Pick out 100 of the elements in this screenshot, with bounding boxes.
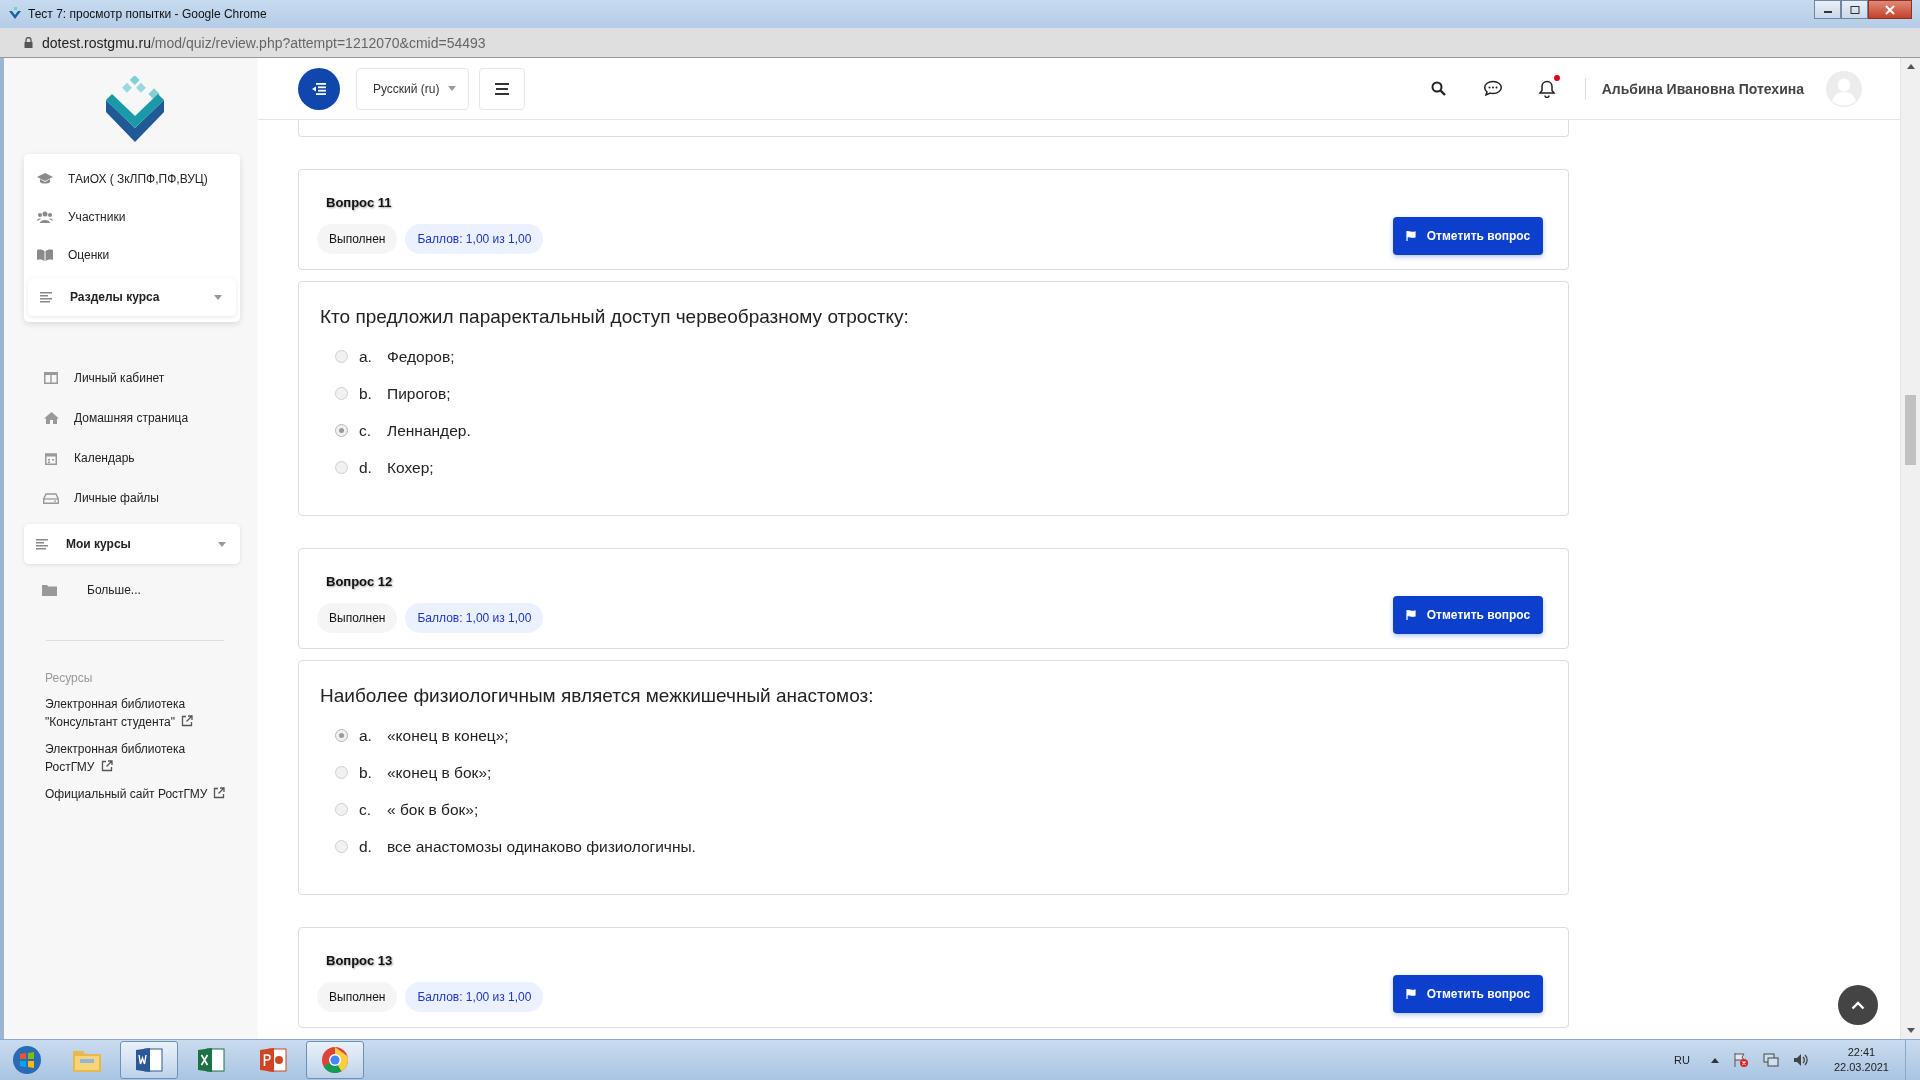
users-icon — [37, 211, 53, 223]
word-app-icon — [135, 1047, 163, 1073]
minimize-button[interactable] — [1814, 0, 1841, 19]
input-language[interactable]: RU — [1674, 1054, 1690, 1066]
option-text: «конец в конец»; — [387, 726, 509, 745]
question-text: Кто предложил параректальный доступ червеобразному отростку: — [320, 306, 910, 328]
language-dropdown[interactable]: Русский (ru) — [356, 67, 469, 110]
option-text: Федоров; — [387, 347, 455, 366]
chrome-app-icon — [321, 1046, 349, 1074]
clock-date[interactable]: 22.03.2021 — [1833, 1060, 1889, 1075]
answer-radio[interactable] — [335, 424, 348, 437]
chat-bubble-icon — [1482, 80, 1503, 97]
book-icon — [37, 249, 53, 261]
option-text: Пирогов; — [387, 384, 451, 403]
question-title: Вопрос 12 — [326, 574, 394, 589]
flag-question-button[interactable]: Отметить вопрос — [1393, 975, 1543, 1013]
resource-link[interactable]: Электронная библиотека "Консультант студента" — [45, 695, 193, 731]
columns-icon — [44, 372, 58, 384]
scrollbar-thumb[interactable] — [1905, 395, 1916, 465]
nav-item[interactable]: Календарь — [4, 438, 258, 478]
grade-badge: Баллов: 1,00 из 1,00 — [405, 982, 544, 1012]
hard-drive-icon — [43, 492, 59, 504]
state-badge: Выполнен — [317, 224, 398, 254]
option-text: «конец в бок»; — [387, 763, 492, 782]
resources-heading: Ресурсы — [45, 671, 94, 685]
resource-link[interactable]: Официальный сайт РостГМУ — [45, 785, 226, 803]
lock-icon — [24, 37, 33, 48]
home-icon — [43, 412, 59, 424]
answer-radio[interactable] — [335, 729, 348, 742]
option-letter: a. — [359, 347, 373, 366]
nav-item[interactable]: Личный кабинет — [4, 358, 258, 398]
answer-radio[interactable] — [335, 350, 348, 363]
folder-icon — [42, 584, 57, 596]
option-letter: c. — [359, 421, 373, 440]
user-name[interactable]: Альбина Ивановна Потехина — [1601, 80, 1804, 97]
caret-icon — [447, 86, 456, 91]
option-letter: c. — [359, 800, 373, 819]
nav-item[interactable]: Личные файлы — [4, 478, 258, 518]
taskbar-app[interactable] — [306, 1041, 364, 1079]
grade-badge: Баллов: 1,00 из 1,00 — [405, 224, 544, 254]
graduation-cap-icon — [37, 173, 53, 185]
grade-badge: Баллов: 1,00 из 1,00 — [405, 603, 544, 633]
powerpoint-app-icon — [259, 1047, 287, 1073]
course-menu-item[interactable]: Оценки — [24, 236, 240, 274]
option-text: « бок в бок»; — [387, 800, 479, 819]
taskbar-app[interactable] — [120, 1041, 178, 1079]
flag-icon[interactable] — [1732, 1052, 1749, 1068]
scrollbar[interactable] — [1900, 58, 1920, 1039]
clock-time[interactable]: 22:41 — [1847, 1045, 1876, 1060]
answer-radio[interactable] — [335, 766, 348, 779]
option-text: Леннандер. — [387, 421, 471, 440]
menu-icon — [312, 82, 326, 95]
volume-icon[interactable] — [1792, 1052, 1809, 1068]
answer-radio[interactable] — [335, 461, 348, 474]
question-text: Наиболее физиологичным является межкишечный анастомоз: — [320, 685, 875, 707]
option-letter: b. — [359, 384, 373, 403]
course-menu-item[interactable]: Участники — [24, 198, 240, 236]
logo-icon — [8, 7, 22, 21]
option-letter: d. — [359, 837, 373, 856]
logo-icon — [104, 76, 166, 142]
option-letter: a. — [359, 726, 373, 745]
menu-button[interactable] — [478, 67, 525, 110]
close-icon — [1885, 4, 1895, 15]
question-title: Вопрос 13 — [326, 953, 394, 968]
scroll-up-icon — [1906, 64, 1915, 69]
answer-radio[interactable] — [335, 803, 348, 816]
external-link-icon — [180, 715, 193, 727]
tray-expand-icon[interactable] — [1710, 1057, 1719, 1063]
chevron-up-icon — [1851, 1000, 1865, 1010]
more-link[interactable]: Больше... — [4, 570, 258, 610]
flag-question-button[interactable]: Отметить вопрос — [1393, 596, 1543, 634]
nav-item[interactable]: Домашняя страница — [4, 398, 258, 438]
flag-icon — [1405, 231, 1416, 241]
maximize-icon — [1849, 5, 1860, 14]
caret-icon — [218, 541, 226, 547]
external-link-icon — [100, 760, 113, 772]
bell-icon — [1537, 79, 1556, 98]
drawer-toggle-button[interactable] — [298, 67, 340, 110]
windows-logo-icon — [12, 1045, 42, 1075]
flag-icon — [1405, 989, 1416, 999]
url-field[interactable]: dotest.rostgmu.ru/mod/quiz/review.php?attempt=1212070&cmid=54493 — [42, 34, 486, 51]
flag-icon — [1405, 610, 1416, 620]
network-icon[interactable] — [1762, 1052, 1779, 1068]
flag-question-button[interactable]: Отметить вопрос — [1393, 217, 1543, 255]
scroll-down-icon — [1906, 1028, 1915, 1033]
resource-link[interactable]: Электронная библиотека РостГМУ — [45, 740, 186, 776]
close-button[interactable] — [1868, 0, 1912, 19]
external-link-icon — [213, 787, 226, 799]
my-courses-dropdown[interactable]: Мои курсы — [24, 524, 240, 564]
state-badge: Выполнен — [317, 603, 398, 633]
option-letter: d. — [359, 458, 373, 477]
answer-radio[interactable] — [335, 840, 348, 853]
maximize-button[interactable] — [1841, 0, 1868, 19]
answer-radio[interactable] — [335, 387, 348, 400]
menu-icon — [494, 82, 509, 95]
search-icon — [1431, 81, 1447, 96]
course-sections-dropdown[interactable]: Разделы курса — [28, 278, 236, 316]
course-menu-item[interactable]: ТАиОХ ( ЗкЛПФ,ПФ,ВУЦ) — [24, 160, 240, 198]
window-title: Тест 7: просмотр попытки - Google Chrome — [28, 7, 267, 21]
calendar-icon — [45, 451, 57, 465]
